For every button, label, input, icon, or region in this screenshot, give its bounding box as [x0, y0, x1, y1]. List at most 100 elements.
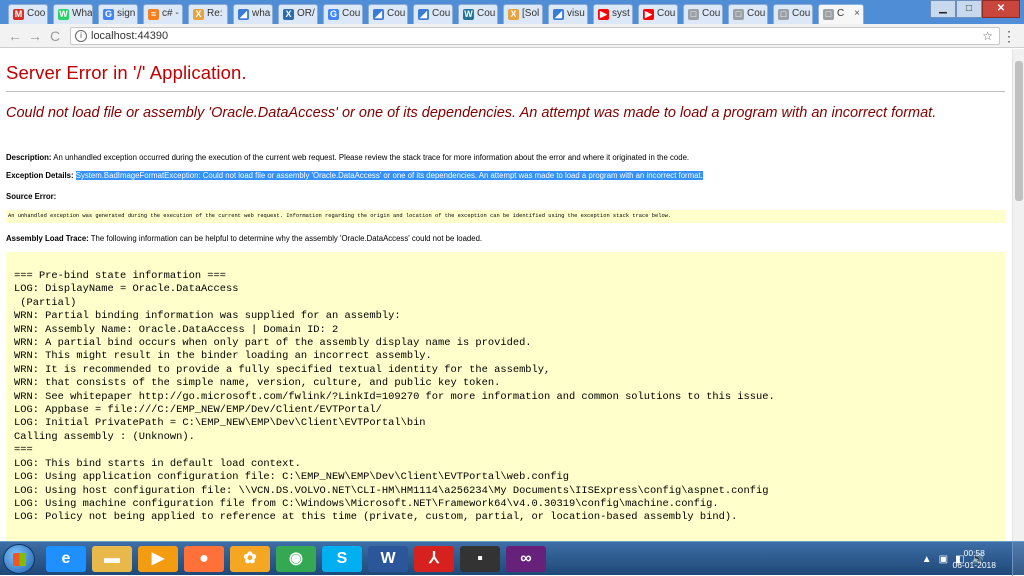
trace-line: LOG: Using host configuration file: \\VC…	[14, 484, 769, 497]
assembly-label: Assembly Load Trace:	[6, 234, 89, 243]
explorer-icon[interactable]: ▬	[92, 546, 132, 572]
chrome-icon[interactable]: ◉	[276, 546, 316, 572]
tray-expand-icon[interactable]: ▲	[922, 554, 932, 565]
clock[interactable]: 00:58 06-01-2018	[953, 547, 996, 571]
browser-tab[interactable]: X OR/	[278, 4, 318, 24]
tray-icon[interactable]: ▣	[939, 554, 948, 565]
browser-tab[interactable]: ◢ Cou	[413, 4, 453, 24]
browser-toolbar: ← → C i localhost:44390 ☆ ⋮	[0, 24, 1024, 48]
tab-label: Cou	[747, 8, 766, 19]
tab-label: Coo	[27, 8, 46, 19]
browser-tab[interactable]: □ Cou	[773, 4, 813, 24]
trace-line: LOG: Appbase = file:///C:/EMP_NEW/EMP/De…	[14, 404, 382, 417]
maximize-button[interactable]: □	[956, 0, 982, 18]
browser-tab[interactable]: M Coo	[8, 4, 48, 24]
forward-button[interactable]: →	[26, 27, 44, 45]
reload-button[interactable]: C	[46, 27, 64, 45]
clock-date: 06-01-2018	[952, 560, 996, 570]
tab-label: OR/	[297, 8, 315, 19]
tab-label: c# -	[162, 8, 179, 19]
uc-browser-icon[interactable]: ✿	[230, 546, 270, 572]
tab-label: sign	[117, 8, 136, 19]
tab-favicon-icon: ▶	[598, 9, 609, 20]
url-text: localhost:44390	[91, 30, 169, 42]
tab-favicon-icon: ▶	[643, 9, 654, 20]
tab-favicon-icon: □	[733, 9, 744, 20]
tab-label: Wha	[72, 8, 93, 19]
tab-label: Cou	[387, 8, 406, 19]
tab-favicon-icon: □	[823, 9, 834, 20]
acrobat-icon[interactable]: ⅄	[414, 546, 454, 572]
browser-tab[interactable]: G Cou	[323, 4, 363, 24]
trace-line: WRN: A partial bind occurs when only par…	[14, 337, 532, 350]
description-label: Description:	[6, 153, 52, 162]
start-button[interactable]	[3, 544, 35, 574]
tab-label: visu	[567, 8, 585, 19]
browser-tab[interactable]: ◢ visu	[548, 4, 588, 24]
cmd-icon[interactable]: ▪	[460, 546, 500, 572]
tab-label: Cou	[792, 8, 811, 19]
close-tab-icon[interactable]: ×	[854, 5, 860, 23]
browser-tab[interactable]: ≡ c# -	[143, 4, 183, 24]
browser-tab[interactable]: □ Cou	[728, 4, 768, 24]
trace-line: (Partial)	[14, 296, 77, 309]
tab-favicon-icon: X	[283, 9, 294, 20]
browser-tab[interactable]: X Re:	[188, 4, 228, 24]
assembly-text: The following information can be helpful…	[90, 234, 483, 243]
active-browser-tab[interactable]: □ C ×	[818, 4, 864, 24]
browser-tab[interactable]: X [Sol	[503, 4, 543, 24]
tab-favicon-icon: G	[103, 9, 114, 20]
tab-favicon-icon: □	[778, 9, 789, 20]
ie-icon[interactable]: e	[46, 546, 86, 572]
tab-label: syst	[612, 8, 630, 19]
page-title: Server Error in '/' Application.	[6, 62, 247, 83]
media-player-icon[interactable]: ▶	[138, 546, 178, 572]
trace-line: === Pre-bind state information ===	[14, 270, 227, 282]
tab-strip: ▁ □ ✕ M Coo W Wha Gsign ≡ c# - X Re: ◢ wha X OR/G Cou…	[0, 0, 1024, 24]
tab-label: [Sol	[522, 8, 540, 19]
word-icon[interactable]: W	[368, 546, 408, 572]
close-window-button[interactable]: ✕	[982, 0, 1020, 18]
trace-line: WRN: Partial binding information was sup…	[14, 310, 401, 323]
exception-details-line: Exception Details: System.BadImageFormat…	[6, 170, 703, 181]
scrollbar-thumb[interactable]	[1015, 61, 1023, 201]
firefox-icon[interactable]: ●	[184, 546, 224, 572]
info-icon[interactable]: i	[75, 30, 87, 42]
assembly-load-trace-line: Assembly Load Trace: The following infor…	[6, 233, 482, 244]
tab-favicon-icon: W	[58, 9, 69, 20]
tab-label: Re:	[207, 8, 223, 19]
trace-line: ===	[14, 444, 33, 457]
address-bar[interactable]: i localhost:44390 ☆	[70, 27, 1000, 45]
browser-tab[interactable]: □ Cou	[683, 4, 723, 24]
tab-favicon-icon: X	[193, 9, 204, 20]
trace-line: WRN: that consists of the simple name, v…	[14, 377, 501, 390]
minimize-button[interactable]: ▁	[930, 0, 956, 18]
browser-tab[interactable]: W Wha	[53, 4, 93, 24]
tab-favicon-icon: ◢	[553, 9, 564, 20]
clock-time: 00:58	[963, 548, 985, 558]
tab-favicon-icon: G	[328, 9, 339, 20]
error-message: Could not load file or assembly 'Oracle.…	[6, 105, 937, 121]
bookmark-star-icon[interactable]: ☆	[982, 28, 993, 44]
exception-text-selected[interactable]: System.BadImageFormatException: Could no…	[75, 171, 703, 180]
skype-icon[interactable]: S	[322, 546, 362, 572]
visual-studio-icon[interactable]: ∞	[506, 546, 546, 572]
tab-favicon-icon: ◢	[238, 9, 249, 20]
browser-tab[interactable]: ◢ Cou	[368, 4, 408, 24]
tab-favicon-icon: ◢	[418, 9, 429, 20]
browser-tab[interactable]: W Cou	[458, 4, 498, 24]
trace-line: WRN: Assembly Name: Oracle.DataAccess | …	[14, 323, 339, 336]
back-button[interactable]: ←	[6, 27, 24, 45]
source-error-label: Source Error:	[6, 192, 57, 201]
source-error-line: Source Error:	[6, 191, 56, 202]
trace-line: LOG: Initial PrivatePath = C:\EMP_NEW\EM…	[14, 417, 426, 430]
show-desktop-button[interactable]	[1012, 542, 1024, 576]
tab-favicon-icon: ≡	[148, 9, 159, 20]
page-scrollbar[interactable]	[1012, 49, 1024, 541]
browser-tab[interactable]: ▶ Cou	[638, 4, 678, 24]
browser-menu-icon[interactable]: ⋮	[1002, 27, 1016, 45]
tab-label: wha	[252, 8, 271, 19]
browser-tab[interactable]: Gsign	[98, 4, 138, 24]
browser-tab[interactable]: ◢ wha	[233, 4, 273, 24]
browser-tab[interactable]: ▶ syst	[593, 4, 633, 24]
